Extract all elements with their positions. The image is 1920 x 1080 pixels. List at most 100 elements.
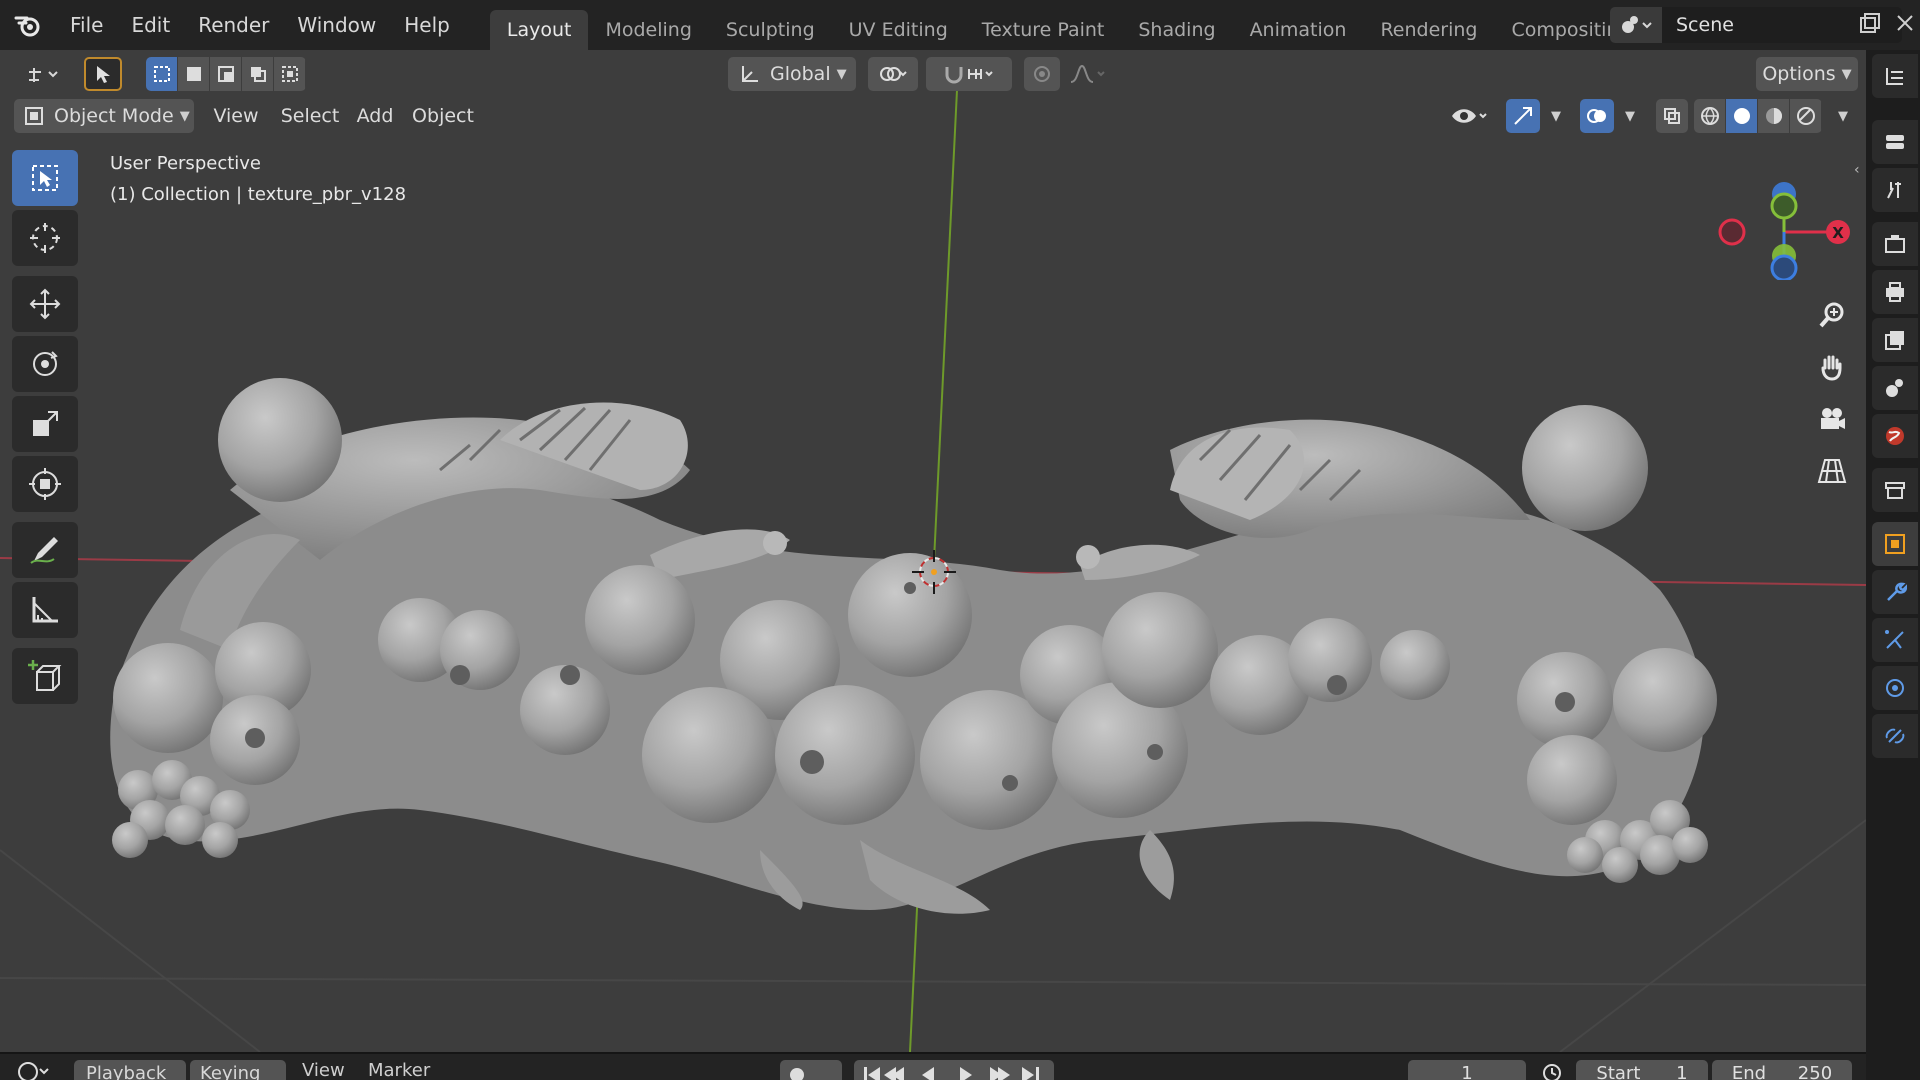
menu-marker[interactable]: Marker <box>368 1058 430 1080</box>
sidebar-toggle-icon[interactable]: ‹ <box>1854 162 1860 178</box>
prop-tab-render[interactable] <box>1872 222 1918 266</box>
select-subtract-icon[interactable] <box>210 57 242 91</box>
gizmo-dropdown[interactable]: ▼ <box>1540 99 1566 133</box>
xray-toggle-button[interactable] <box>1656 99 1688 133</box>
selection-mode-group <box>146 57 306 91</box>
menu-add[interactable]: Add <box>350 99 400 133</box>
outliner-tab[interactable] <box>1872 54 1918 98</box>
menu-window[interactable]: Window <box>283 0 390 50</box>
wireframe-shading-icon[interactable] <box>1694 99 1726 133</box>
delete-scene-icon[interactable] <box>1894 12 1916 39</box>
overlays-dropdown[interactable]: ▼ <box>1614 99 1640 133</box>
tool-scale[interactable] <box>12 396 78 452</box>
tab-modeling[interactable]: Modeling <box>588 10 708 50</box>
new-scene-icon[interactable] <box>1858 12 1882 41</box>
playback-buttons-icon[interactable] <box>860 1064 1050 1080</box>
menu-keying[interactable]: Keying <box>190 1060 286 1080</box>
prop-tab-tool[interactable] <box>1872 120 1918 164</box>
tool-cursor[interactable] <box>12 210 78 266</box>
orientation-axes-icon <box>742 66 758 82</box>
prop-tab-object[interactable] <box>1872 522 1918 566</box>
tool-annotate[interactable] <box>12 522 78 578</box>
menu-edit[interactable]: Edit <box>117 0 184 50</box>
auto-keying-button[interactable] <box>780 1060 842 1080</box>
tool-measure[interactable] <box>12 582 78 638</box>
proportional-editing-button[interactable] <box>1024 57 1060 91</box>
annotate-pencil-icon <box>30 537 58 564</box>
prop-tab-particles[interactable] <box>1872 618 1918 662</box>
select-extend-icon[interactable] <box>178 57 210 91</box>
start-frame-field[interactable]: Start 1 <box>1576 1060 1708 1080</box>
gizmo-toggle-button[interactable] <box>1506 99 1540 133</box>
snapping-group[interactable] <box>926 57 1012 91</box>
select-intersect-icon[interactable] <box>274 57 306 91</box>
prop-tab-tool-settings[interactable] <box>1872 168 1918 212</box>
toggle-perspective-button[interactable] <box>1808 448 1856 494</box>
transform-orientation-dropdown[interactable]: Global ▼ <box>728 57 856 91</box>
timeline-editor-icon[interactable] <box>16 1060 50 1080</box>
tab-texture-paint[interactable]: Texture Paint <box>965 10 1122 50</box>
prop-tab-world[interactable] <box>1872 414 1918 458</box>
scene-browse-button[interactable] <box>1610 7 1662 43</box>
mode-dropdown[interactable]: Object Mode ▼ <box>14 99 194 133</box>
tool-move[interactable] <box>12 276 78 332</box>
menu-playback[interactable]: Playback <box>74 1060 186 1080</box>
tool-select-box[interactable] <box>12 150 78 206</box>
tool-transform[interactable] <box>12 456 78 512</box>
proportional-falloff-dropdown[interactable] <box>1064 57 1112 91</box>
menu-file[interactable]: File <box>56 0 117 50</box>
prop-tab-view-layer[interactable] <box>1872 318 1918 362</box>
current-frame-field[interactable]: 1 <box>1408 1060 1526 1080</box>
tab-uv-editing[interactable]: UV Editing <box>832 10 965 50</box>
prop-tab-scene[interactable] <box>1872 366 1918 410</box>
tab-rendering[interactable]: Rendering <box>1363 10 1494 50</box>
end-frame-field[interactable]: End 250 <box>1712 1060 1852 1080</box>
tool-add-cube[interactable] <box>12 648 78 704</box>
menu-timeline-view[interactable]: View <box>302 1058 345 1080</box>
tool-rotate[interactable] <box>12 336 78 392</box>
camera-icon <box>1821 408 1845 429</box>
camera-view-button[interactable] <box>1808 396 1856 442</box>
neg-x-axis-handle-icon[interactable] <box>1718 218 1746 246</box>
object-square-icon <box>1885 534 1905 554</box>
3d-viewport[interactable]: Global ▼ Options ▼ Object Mode ▼ View Se… <box>0 50 1866 1052</box>
active-tool-button[interactable] <box>84 57 122 91</box>
pivot-point-dropdown[interactable] <box>868 57 918 91</box>
select-new-icon[interactable] <box>146 57 178 91</box>
proportional-circle-icon <box>1034 66 1050 82</box>
prop-tab-collection[interactable] <box>1872 468 1918 512</box>
shading-dropdown[interactable]: ▼ <box>1826 99 1854 133</box>
tab-animation[interactable]: Animation <box>1233 10 1364 50</box>
clock-icon[interactable] <box>1540 1062 1566 1080</box>
wrench-icon <box>1887 582 1907 601</box>
material-shading-icon[interactable] <box>1758 99 1790 133</box>
blender-logo-icon[interactable] <box>0 0 56 50</box>
tab-sculpting[interactable]: Sculpting <box>709 10 832 50</box>
y-axis-handle-icon[interactable] <box>1770 192 1798 220</box>
zoom-button[interactable] <box>1808 292 1856 338</box>
options-dropdown[interactable]: Options ▼ <box>1756 57 1858 91</box>
select-invert-icon[interactable] <box>242 57 274 91</box>
tab-shading[interactable]: Shading <box>1121 10 1232 50</box>
prop-tab-output[interactable] <box>1872 270 1918 314</box>
pan-button[interactable] <box>1808 344 1856 390</box>
rendered-shading-icon[interactable] <box>1790 99 1822 133</box>
menu-render[interactable]: Render <box>184 0 283 50</box>
menu-help[interactable]: Help <box>390 0 464 50</box>
solid-shading-icon[interactable] <box>1726 99 1758 133</box>
menu-object[interactable]: Object <box>408 99 478 133</box>
magnet-icon <box>945 67 963 84</box>
prop-tab-physics[interactable] <box>1872 666 1918 710</box>
menu-select[interactable]: Select <box>276 99 344 133</box>
prop-tab-modifiers[interactable] <box>1872 570 1918 614</box>
navigation-gizmo[interactable]: X <box>1700 160 1850 280</box>
editor-type-button[interactable] <box>14 57 72 91</box>
prop-tab-constraints[interactable] <box>1872 714 1918 758</box>
overlays-toggle-button[interactable] <box>1580 99 1614 133</box>
neg-z-axis-handle-icon[interactable] <box>1770 254 1798 280</box>
tab-layout[interactable]: Layout <box>489 10 589 50</box>
start-label: Start <box>1596 1063 1641 1080</box>
scale-icon <box>33 411 58 436</box>
menu-view[interactable]: View <box>204 99 268 133</box>
object-visibility-dropdown[interactable] <box>1444 99 1494 133</box>
